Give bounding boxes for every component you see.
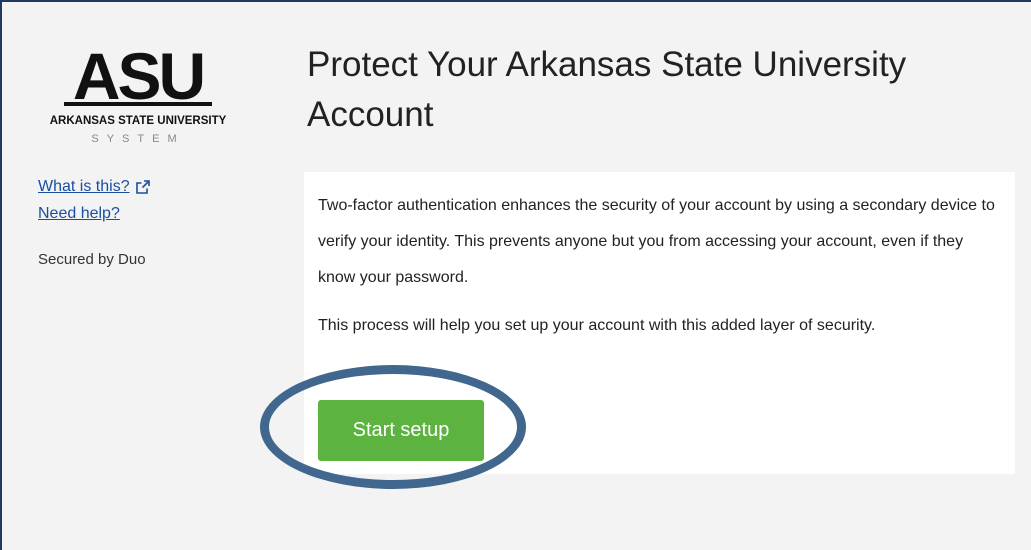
sidebar-links: What is this? Need help?: [38, 173, 248, 227]
external-link-icon: [135, 179, 150, 194]
intro-paragraph: Two-factor authentication enhances the s…: [318, 197, 995, 286]
start-setup-button[interactable]: Start setup: [318, 400, 484, 461]
setup-card: Two-factor authentication enhances the s…: [304, 172, 1015, 474]
process-paragraph: This process will help you set up your a…: [318, 317, 876, 334]
what-is-this-label: What is this?: [38, 178, 130, 195]
asu-logo-subtitle: ARKANSAS STATE UNIVERSITY: [50, 115, 227, 127]
secured-by-duo: Secured by Duo: [38, 251, 146, 268]
asu-logo-system: SYSTEM: [91, 133, 184, 145]
what-is-this-link[interactable]: What is this?: [38, 173, 150, 200]
page-title: Protect Your Arkansas State University A…: [307, 45, 907, 134]
sidebar: ASU ARKANSAS STATE UNIVERSITY SYSTEM Wha…: [38, 42, 248, 268]
asu-logo: ASU ARKANSAS STATE UNIVERSITY SYSTEM: [50, 42, 227, 145]
duo-frame: ASU ARKANSAS STATE UNIVERSITY SYSTEM Wha…: [0, 0, 1031, 550]
need-help-link[interactable]: Need help?: [38, 200, 120, 227]
